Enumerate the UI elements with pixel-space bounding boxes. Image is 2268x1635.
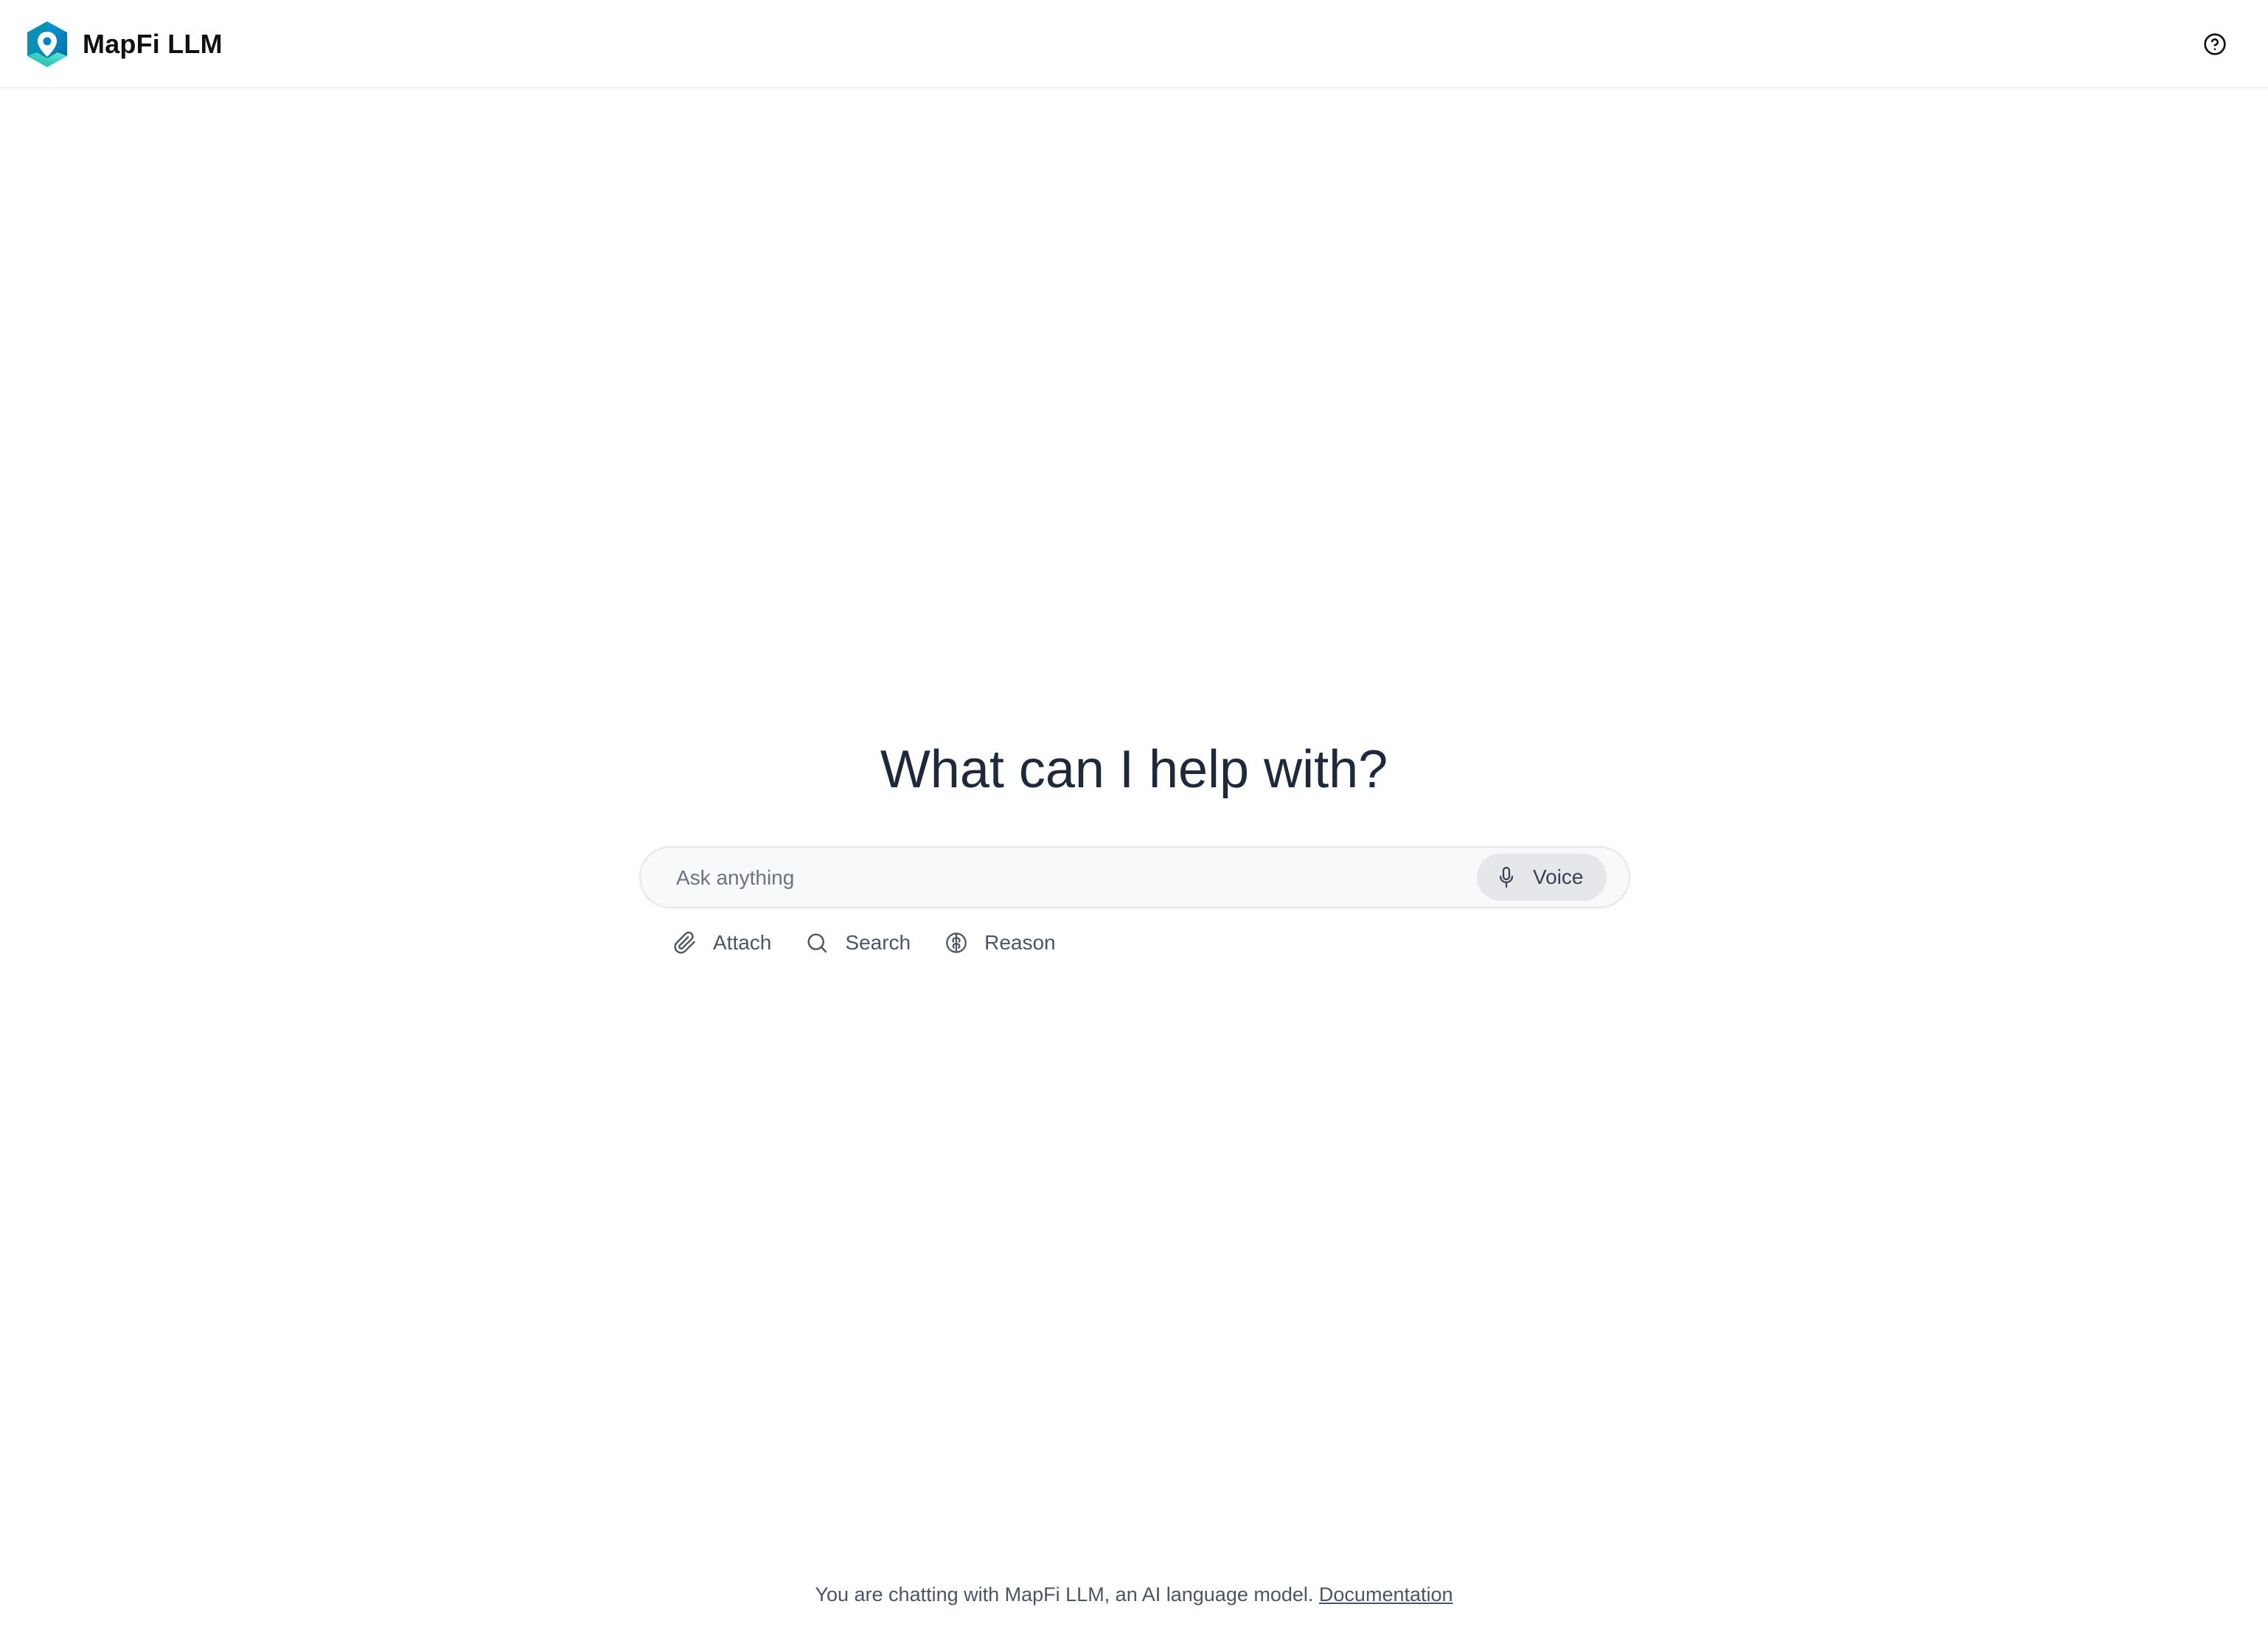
footer: You are chatting with MapFi LLM, an AI l…	[0, 1583, 2268, 1606]
search-button[interactable]: Search	[805, 927, 911, 958]
composer-tools: Attach Search Reason	[673, 927, 1090, 958]
chat-input[interactable]	[675, 848, 1489, 908]
search-label: Search	[845, 931, 911, 954]
reason-label: Reason	[984, 931, 1056, 954]
brain-icon	[946, 932, 967, 953]
brand[interactable]: MapFi LLM	[25, 19, 223, 69]
search-icon	[807, 933, 827, 953]
attach-button[interactable]: Attach	[673, 927, 771, 958]
attach-label: Attach	[713, 931, 772, 954]
voice-label: Voice	[1533, 865, 1584, 888]
brand-name: MapFi LLM	[83, 29, 223, 59]
help-button[interactable]	[2202, 31, 2228, 57]
page-title: What can I help with?	[880, 740, 1388, 799]
mapfi-logo-icon	[27, 21, 67, 67]
microphone-icon	[1499, 866, 1514, 888]
reason-button[interactable]: Reason	[945, 927, 1056, 958]
documentation-link[interactable]: Documentation	[1319, 1583, 1453, 1606]
app-root: MapFi LLM What can I help with? Voice	[0, 0, 2268, 1635]
paperclip-icon	[674, 931, 695, 954]
chat-composer: Voice	[639, 846, 1630, 908]
voice-button[interactable]: Voice	[1477, 854, 1607, 901]
footer-text: You are chatting with MapFi LLM, an AI l…	[815, 1583, 1314, 1606]
top-header: MapFi LLM	[0, 0, 2268, 88]
help-circle-icon	[2204, 33, 2226, 55]
